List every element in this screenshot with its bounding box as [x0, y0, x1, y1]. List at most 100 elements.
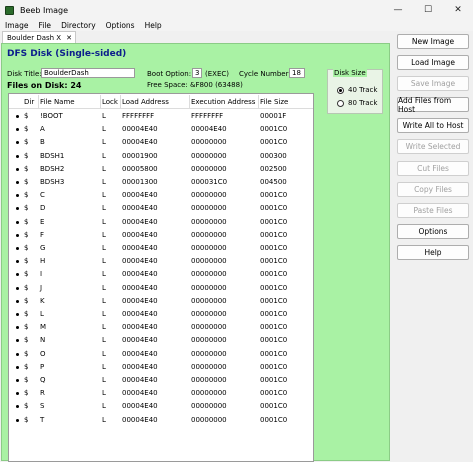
- boot-option-field[interactable]: 3: [192, 68, 202, 78]
- tab-boulder-dash[interactable]: Boulder Dash X ✕: [2, 31, 76, 43]
- cell-lock: L: [102, 204, 106, 213]
- cell-lock: L: [102, 230, 106, 239]
- table-row[interactable]: $ T L 00004E40 00000000 0001C0: [9, 414, 313, 427]
- disk-size-group: Disk Size 40 Track 80 Track: [327, 69, 383, 114]
- cell-file-name: D: [40, 204, 46, 213]
- cell-exec-address: 00000000: [191, 204, 227, 213]
- col-lock[interactable]: Lock: [102, 98, 118, 106]
- table-row[interactable]: $ N L 00004E40 00000000 0001C0: [9, 334, 313, 347]
- cell-load-address: 00005800: [122, 164, 158, 173]
- menu-options[interactable]: Options: [101, 21, 140, 30]
- write-selected-button[interactable]: Write Selected: [397, 139, 469, 154]
- row-bullet-icon: [16, 273, 19, 277]
- col-divider[interactable]: [258, 95, 259, 108]
- table-row[interactable]: $ J L 00004E40 00000000 0001C0: [9, 282, 313, 295]
- cell-dir: $: [24, 204, 29, 213]
- table-row[interactable]: $ O L 00004E40 00000000 0001C0: [9, 348, 313, 361]
- cell-lock: L: [102, 349, 106, 358]
- table-row[interactable]: $ K L 00004E40 00000000 0001C0: [9, 295, 313, 308]
- cell-dir: $: [24, 178, 29, 186]
- table-row[interactable]: $ B L 00004E40 00000000 0001C0: [9, 136, 313, 149]
- table-row[interactable]: $ P L 00004E40 00000000 0001C0: [9, 361, 313, 374]
- menu-file[interactable]: File: [34, 21, 57, 30]
- help-button[interactable]: Help: [397, 245, 469, 260]
- cell-lock: L: [102, 138, 106, 147]
- cell-load-address: 00004E40: [122, 283, 158, 292]
- cell-load-address: 00004E40: [122, 310, 158, 318]
- table-row[interactable]: $ BDSH1 L 00001900 00000000 000300: [9, 150, 313, 163]
- table-row[interactable]: $ Q L 00004E40 00000000 0001C0: [9, 374, 313, 387]
- cell-dir: $: [24, 415, 29, 424]
- col-load-address[interactable]: Load Address: [122, 98, 169, 106]
- radio-40-track[interactable]: 40 Track: [337, 86, 377, 94]
- table-row[interactable]: $ M L 00004E40 00000000 0001C0: [9, 321, 313, 334]
- paste-files-button[interactable]: Paste Files: [397, 203, 469, 218]
- row-bullet-icon: [16, 313, 19, 316]
- col-divider[interactable]: [189, 95, 190, 108]
- col-exec-address[interactable]: Execution Address: [191, 98, 255, 106]
- menu-image[interactable]: Image: [0, 21, 34, 30]
- cell-load-address: 00004E40: [122, 204, 158, 213]
- menu-directory[interactable]: Directory: [56, 21, 101, 30]
- col-divider[interactable]: [120, 95, 121, 108]
- col-file-name[interactable]: File Name: [40, 98, 75, 106]
- table-row[interactable]: $ F L 00004E40 00000000 0001C0: [9, 229, 313, 242]
- menu-help[interactable]: Help: [140, 21, 167, 30]
- table-row[interactable]: $ I L 00004E40 00000000 0001C0: [9, 268, 313, 281]
- table-row[interactable]: $ BDSH2 L 00005800 00000000 002500: [9, 163, 313, 176]
- table-row[interactable]: $ H L 00004E40 00000000 0001C0: [9, 255, 313, 268]
- cycle-number-field[interactable]: 18: [289, 68, 305, 78]
- add-files-from-host-button[interactable]: Add Files from Host: [397, 96, 469, 114]
- col-file-size[interactable]: File Size: [260, 98, 288, 106]
- maximize-button[interactable]: ☐: [413, 0, 443, 20]
- radio-80-track[interactable]: 80 Track: [337, 99, 377, 107]
- table-row[interactable]: $ !BOOT L FFFFFFFF FFFFFFFF 00001F: [9, 110, 313, 123]
- cell-load-address: 00004E40: [122, 270, 158, 279]
- cell-load-address: 00004E40: [122, 336, 158, 345]
- table-row[interactable]: $ D L 00004E40 00000000 0001C0: [9, 202, 313, 215]
- col-divider[interactable]: [100, 95, 101, 108]
- cell-file-name: K: [40, 296, 45, 305]
- table-row[interactable]: $ C L 00004E40 00000000 0001C0: [9, 189, 313, 202]
- cell-dir: $: [24, 310, 29, 318]
- disk-title-field[interactable]: BoulderDash: [41, 68, 135, 78]
- copy-files-button[interactable]: Copy Files: [397, 182, 469, 197]
- tab-close-icon[interactable]: ✕: [66, 34, 72, 42]
- free-space-label: Free Space: &F800 (63488): [147, 81, 243, 89]
- cell-load-address: 00004E40: [122, 389, 158, 398]
- cell-load-address: 00004E40: [122, 349, 158, 358]
- cell-dir: $: [24, 125, 29, 134]
- close-button[interactable]: ✕: [443, 0, 473, 20]
- col-dir[interactable]: Dir: [24, 98, 34, 106]
- cell-file-name: T: [40, 415, 45, 424]
- save-image-button[interactable]: Save Image: [397, 76, 469, 91]
- new-image-button[interactable]: New Image: [397, 34, 469, 49]
- table-row[interactable]: $ A L 00004E40 00004E40 0001C0: [9, 123, 313, 136]
- cell-lock: L: [102, 310, 106, 318]
- cell-file-size: 004500: [260, 178, 287, 186]
- cell-file-size: 0001C0: [260, 283, 288, 292]
- menu-bar: Image File Directory Options Help: [0, 19, 473, 31]
- cell-file-name: N: [40, 336, 46, 345]
- cell-load-address: 00001900: [122, 151, 158, 160]
- options-button[interactable]: Options: [397, 224, 469, 239]
- cell-lock: L: [102, 112, 106, 120]
- cell-file-name: H: [40, 257, 46, 266]
- cell-exec-address: 00000000: [191, 283, 227, 292]
- minimize-button[interactable]: —: [383, 0, 413, 20]
- cell-lock: L: [102, 362, 106, 371]
- row-bullet-icon: [16, 167, 19, 171]
- table-row[interactable]: $ E L 00004E40 00000000 0001C0: [9, 216, 313, 229]
- row-bullet-icon: [16, 220, 19, 224]
- cell-file-size: 0001C0: [260, 270, 288, 279]
- cut-files-button[interactable]: Cut Files: [397, 161, 469, 176]
- table-row[interactable]: $ G L 00004E40 00000000 0001C0: [9, 242, 313, 255]
- table-row[interactable]: $ L L 00004E40 00000000 0001C0: [9, 308, 313, 321]
- radio-80-track-label: 80 Track: [348, 99, 378, 107]
- col-divider[interactable]: [38, 95, 39, 108]
- table-row[interactable]: $ BDSH3 L 00001300 000031C0 004500: [9, 176, 313, 189]
- table-row[interactable]: $ S L 00004E40 00000000 0001C0: [9, 400, 313, 413]
- table-row[interactable]: $ R L 00004E40 00000000 0001C0: [9, 387, 313, 400]
- write-all-to-host-button[interactable]: Write All to Host: [397, 118, 469, 133]
- load-image-button[interactable]: Load Image: [397, 55, 469, 70]
